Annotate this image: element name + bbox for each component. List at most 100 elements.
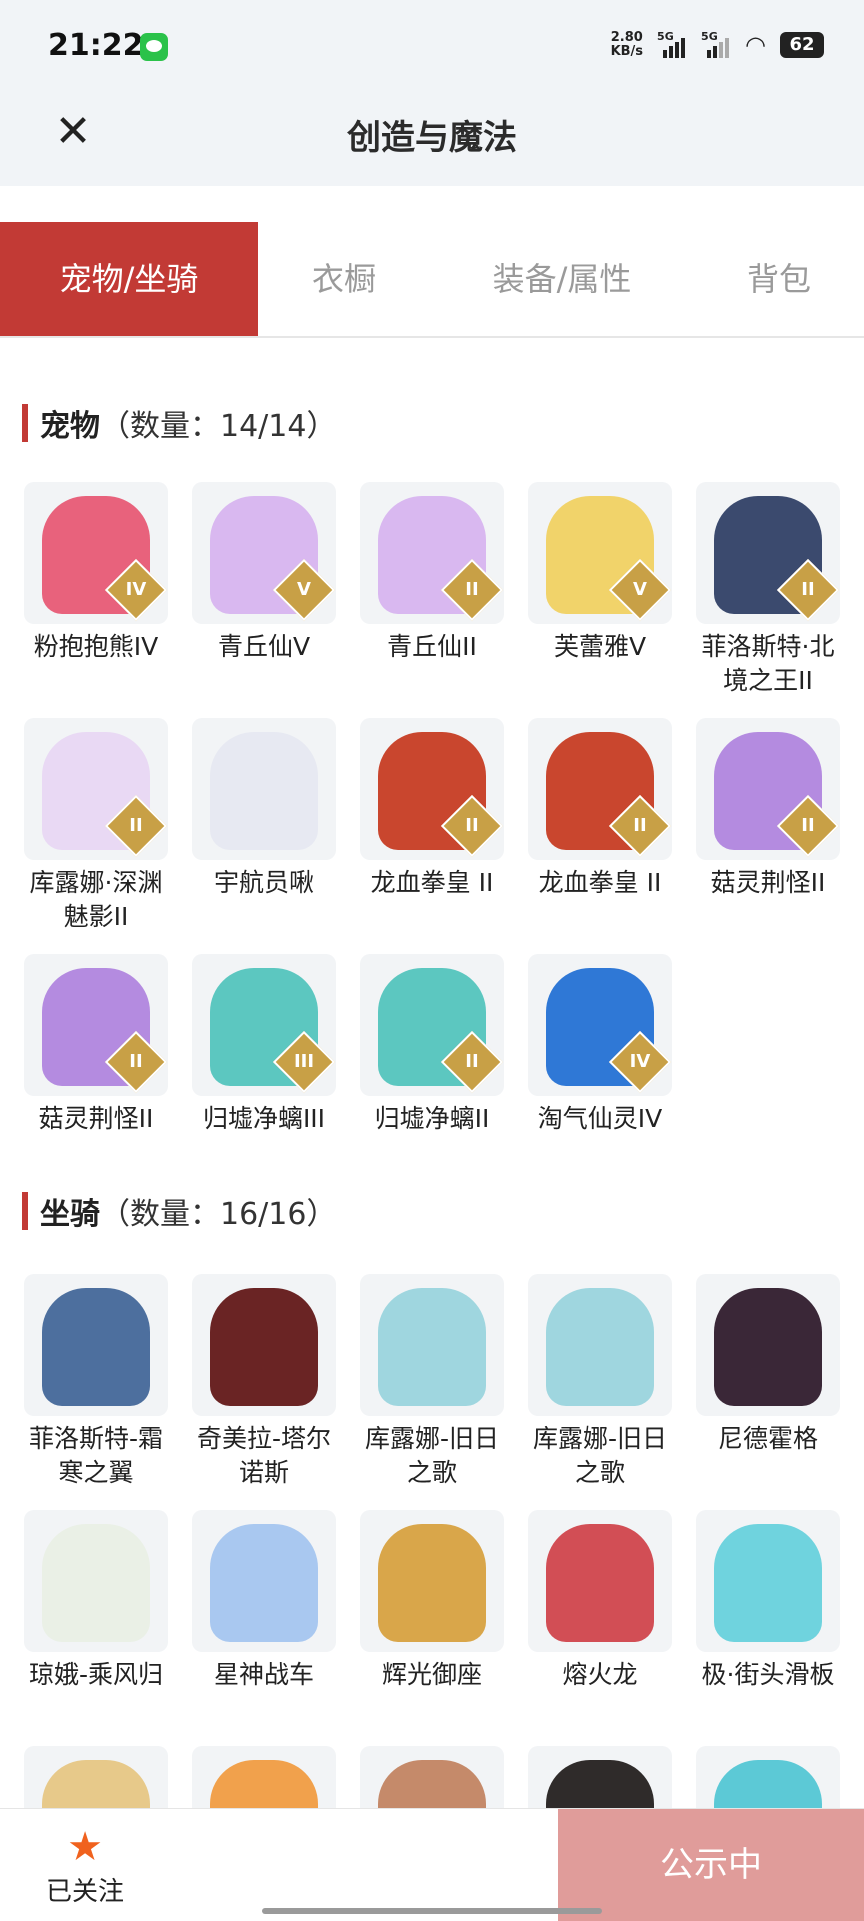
grid-item[interactable]: II 龙血拳皇 II <box>528 718 672 900</box>
public-status-button[interactable]: 公示中 <box>558 1809 864 1921</box>
grid-item[interactable]: 宇航员啾 <box>192 718 336 900</box>
battery-icon: 62 <box>780 32 824 58</box>
follow-button[interactable]: ★ 已关注 <box>40 1825 130 1908</box>
tab-pets-mounts[interactable]: 宠物/坐骑 <box>0 222 258 336</box>
item-thumbnail: III <box>192 954 336 1096</box>
character-image <box>378 1524 486 1642</box>
grid-item[interactable]: II 菲洛斯特·北境之王II <box>696 482 840 698</box>
wechat-icon <box>140 33 168 61</box>
level-badge-text: II <box>801 815 815 836</box>
tab-backpack[interactable]: 背包 <box>694 222 864 336</box>
item-thumbnail <box>528 1746 672 1810</box>
item-label: 库露娜·深渊魅影II <box>29 868 163 931</box>
item-thumbnail: II <box>696 718 840 860</box>
character-image <box>42 1288 150 1406</box>
header: ✕ 创造与魔法 <box>0 96 864 186</box>
section-title-mounts: 坐骑 （数量：16/16） <box>22 1190 336 1232</box>
character-image <box>546 1524 654 1642</box>
item-thumbnail: II <box>360 718 504 860</box>
item-label: 菲洛斯特-霜寒之翼 <box>28 1424 164 1487</box>
level-badge-text: II <box>633 815 647 836</box>
grid-item[interactable]: II 青丘仙II <box>360 482 504 664</box>
grid-item[interactable]: 库露娜-旧日之歌 <box>360 1274 504 1490</box>
item-label: 极·街头滑板 <box>701 1660 835 1689</box>
grid-item[interactable]: IV 淘气仙灵IV <box>528 954 672 1136</box>
character-image <box>210 1288 318 1406</box>
item-thumbnail <box>696 1746 840 1810</box>
character-image <box>714 1524 822 1642</box>
grid-item[interactable]: 熔火龙 <box>528 1510 672 1692</box>
character-image <box>546 1760 654 1810</box>
item-thumbnail <box>696 1274 840 1416</box>
grid-item[interactable] <box>192 1746 336 1810</box>
grid-item[interactable]: II 菇灵荆怪II <box>696 718 840 900</box>
follow-label: 已关注 <box>45 1877 124 1907</box>
item-thumbnail: II <box>528 718 672 860</box>
bottom-bar: ★ 已关注 公示中 <box>0 1808 864 1921</box>
tab-equipment-attributes[interactable]: 装备/属性 <box>430 222 694 336</box>
content-area[interactable]: 宠物 （数量：14/14） IV 粉抱抱熊IV V 青丘仙V II 青丘仙II V 芙蕾雅V I… <box>0 360 864 1810</box>
item-thumbnail: II <box>360 954 504 1096</box>
net-speed: 2.80 KB/s <box>611 31 643 59</box>
status-icons: 2.80 KB/s 5G 5G ◠ 62 <box>611 30 824 60</box>
section-name: 宠物 <box>40 409 100 444</box>
grid-item[interactable] <box>24 1746 168 1810</box>
level-badge-text: V <box>297 579 311 600</box>
grid-item[interactable]: V 青丘仙V <box>192 482 336 664</box>
item-thumbnail <box>528 1274 672 1416</box>
grid-item[interactable]: 极·街头滑板 <box>696 1510 840 1692</box>
character-image <box>42 1524 150 1642</box>
character-image <box>378 1760 486 1810</box>
item-thumbnail <box>192 718 336 860</box>
item-thumbnail: IV <box>24 482 168 624</box>
section-name: 坐骑 <box>40 1197 100 1232</box>
grid-item[interactable] <box>360 1746 504 1810</box>
grid-item[interactable]: 奇美拉-塔尔诺斯 <box>192 1274 336 1490</box>
character-image <box>210 1760 318 1810</box>
level-badge-text: III <box>293 1051 315 1072</box>
item-thumbnail <box>192 1510 336 1652</box>
item-label: 奇美拉-塔尔诺斯 <box>196 1424 332 1487</box>
wifi-icon: ◠ <box>745 31 766 59</box>
section-count: （数量：16/16） <box>100 1197 337 1232</box>
grid-item[interactable]: 菲洛斯特-霜寒之翼 <box>24 1274 168 1490</box>
item-label: 尼德霍格 <box>717 1424 818 1453</box>
item-label: 星神战车 <box>213 1660 314 1689</box>
character-image <box>714 1288 822 1406</box>
grid-item[interactable]: II 归墟净螭II <box>360 954 504 1136</box>
level-badge-text: II <box>129 1051 143 1072</box>
grid-item[interactable] <box>528 1746 672 1810</box>
tab-wardrobe[interactable]: 衣橱 <box>258 222 430 336</box>
section-title-pets: 宠物 （数量：14/14） <box>22 402 336 444</box>
grid-item[interactable]: 辉光御座 <box>360 1510 504 1692</box>
grid-item[interactable]: II 库露娜·深渊魅影II <box>24 718 168 934</box>
grid-item[interactable]: 琼娥-乘风归 <box>24 1510 168 1692</box>
level-badge-text: II <box>465 1051 479 1072</box>
grid-item[interactable]: II 龙血拳皇 II <box>360 718 504 900</box>
grid-item[interactable]: IV 粉抱抱熊IV <box>24 482 168 664</box>
item-thumbnail <box>24 1746 168 1810</box>
item-label: 归墟净螭II <box>374 1104 490 1133</box>
item-thumbnail <box>696 1510 840 1652</box>
item-thumbnail <box>192 1274 336 1416</box>
grid-item[interactable]: V 芙蕾雅V <box>528 482 672 664</box>
grid-item[interactable]: III 归墟净螭III <box>192 954 336 1136</box>
level-badge-text: V <box>633 579 647 600</box>
grid-item[interactable]: 星神战车 <box>192 1510 336 1692</box>
section-count: （数量：14/14） <box>100 409 337 444</box>
item-thumbnail <box>360 1510 504 1652</box>
item-label: 辉光御座 <box>381 1660 482 1689</box>
grid-item[interactable] <box>696 1746 840 1810</box>
item-label: 粉抱抱熊IV <box>33 632 159 661</box>
grid-item[interactable]: 库露娜-旧日之歌 <box>528 1274 672 1490</box>
grid-item[interactable]: 尼德霍格 <box>696 1274 840 1456</box>
grid-item[interactable]: II 菇灵荆怪II <box>24 954 168 1136</box>
home-indicator <box>262 1908 602 1914</box>
signal-icon: 5G <box>701 30 731 60</box>
level-badge-text: II <box>465 579 479 600</box>
section-marker <box>22 1192 28 1230</box>
character-image <box>210 732 318 850</box>
item-label: 菇灵荆怪II <box>38 1104 154 1133</box>
level-badge-text: II <box>465 815 479 836</box>
net-speed-value: 2.80 <box>610 30 643 45</box>
